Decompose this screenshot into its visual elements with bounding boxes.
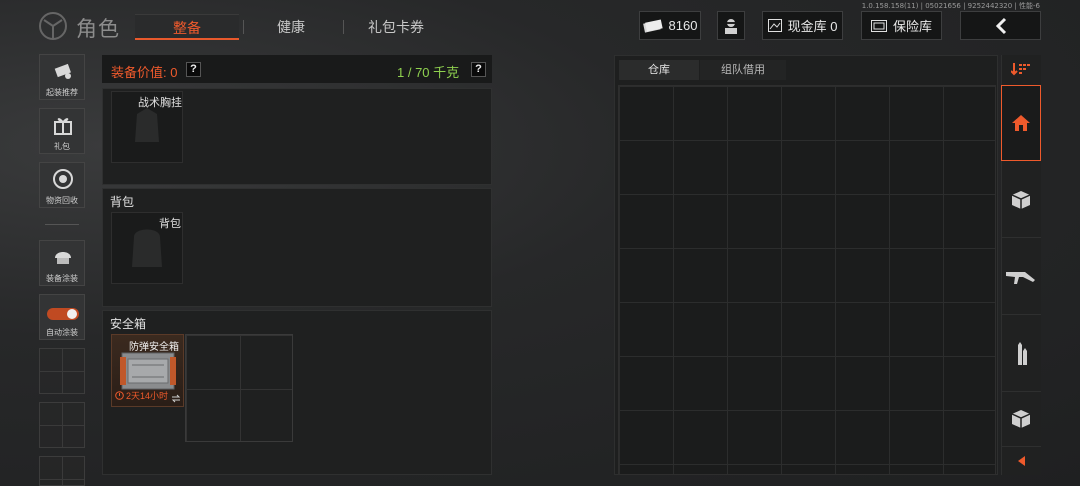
cash-vault-label: 现金库 0 [787, 19, 838, 34]
back-button[interactable] [960, 11, 1041, 40]
category-ammo[interactable] [1001, 316, 1041, 392]
category-weapons[interactable] [1001, 239, 1041, 315]
category-box[interactable] [1001, 162, 1041, 238]
collapse-categories-button[interactable] [1001, 446, 1041, 474]
drone-icon [54, 63, 71, 79]
image-icon [767, 19, 782, 32]
ammo-icon [1018, 341, 1027, 365]
sidebar-item-label: 物资回收 [46, 196, 78, 205]
equipment-value: 装备价值: 0 [111, 65, 178, 80]
chevron-left-icon [995, 17, 1006, 34]
swap-icon[interactable] [171, 394, 181, 403]
operator-icon [725, 18, 737, 34]
profile-button[interactable] [717, 11, 745, 40]
safe-vault-button[interactable]: 保险库 [861, 11, 942, 40]
tab-warehouse[interactable]: 仓库 [619, 60, 699, 80]
box-icon [1011, 410, 1031, 428]
cash-vault-button[interactable]: 现金库 0 [762, 11, 843, 40]
safebox-icon [120, 352, 176, 390]
helmet-icon [55, 252, 71, 264]
safebox-slot[interactable]: 防弹安全箱 2天14小时 [111, 334, 184, 407]
recycle-icon [53, 169, 73, 189]
version-text: 1.0.158.158(11) | 05021656 | 9252442320 … [861, 2, 1040, 10]
sidebar-item-label: 装备涂装 [46, 274, 78, 283]
caret-left-icon [1018, 455, 1025, 466]
storage-grid[interactable] [618, 85, 996, 475]
home-icon [1012, 115, 1030, 131]
sidebar-item-recycle[interactable]: 物资回收 [39, 162, 85, 208]
sidebar-divider [45, 224, 79, 225]
safebox-section-title: 安全箱 [110, 317, 147, 331]
gift-icon [54, 118, 72, 135]
sidebar-item-label: 起装推荐 [46, 88, 78, 97]
sidebar-item-label: 自动涂装 [46, 328, 78, 337]
category-box-2[interactable] [1001, 393, 1041, 445]
sidebar-empty-slot [39, 456, 85, 486]
backpack-slot-label: 背包 [159, 218, 181, 230]
sort-button[interactable] [1001, 55, 1041, 83]
box-icon [1011, 190, 1031, 209]
toggle-icon[interactable] [46, 307, 80, 321]
sidebar-item-label: 礼包 [54, 142, 70, 151]
safebox-timer: 2天14小时 [115, 389, 168, 402]
rifle-icon [1006, 271, 1035, 284]
backpack-section-title: 背包 [110, 195, 135, 209]
role-icon [39, 12, 67, 40]
safebox-name: 防弹安全箱 [129, 342, 179, 353]
sort-icon [1011, 63, 1030, 76]
category-home[interactable] [1001, 85, 1041, 161]
currency-value: 8160 [668, 18, 698, 33]
banknote-icon [642, 18, 663, 33]
tab-gift-cards[interactable]: 礼包卡券 [344, 14, 448, 40]
tab-zhengbei[interactable]: 整备 [135, 14, 239, 40]
safebox-timer-text: 2天14小时 [126, 391, 169, 401]
sidebar-empty-slot [39, 402, 85, 448]
sidebar-item-auto-skin[interactable]: 自动涂装 [39, 294, 85, 340]
weight-value: 1 / 70 千克 [397, 65, 460, 80]
safe-vault-label: 保险库 [892, 19, 932, 34]
safebox-grid[interactable] [185, 334, 293, 442]
page-title: 角色 [76, 18, 120, 41]
clock-icon [115, 391, 124, 400]
sidebar-item-loadout-recommend[interactable]: 起装推荐 [39, 54, 85, 100]
tab-team-borrow[interactable]: 组队借用 [700, 60, 786, 80]
sidebar-item-gift[interactable]: 礼包 [39, 108, 85, 154]
currency-display[interactable]: 8160 [639, 11, 701, 40]
sidebar-empty-slot [39, 348, 85, 394]
tab-health[interactable]: 健康 [239, 14, 343, 40]
sidebar-item-skins[interactable]: 装备涂装 [39, 240, 85, 286]
weight-help-button[interactable]: ? [471, 62, 486, 77]
chest-rig-label: 战术胸挂 [138, 97, 182, 109]
safe-icon [870, 19, 887, 32]
value-help-button[interactable]: ? [186, 62, 201, 77]
